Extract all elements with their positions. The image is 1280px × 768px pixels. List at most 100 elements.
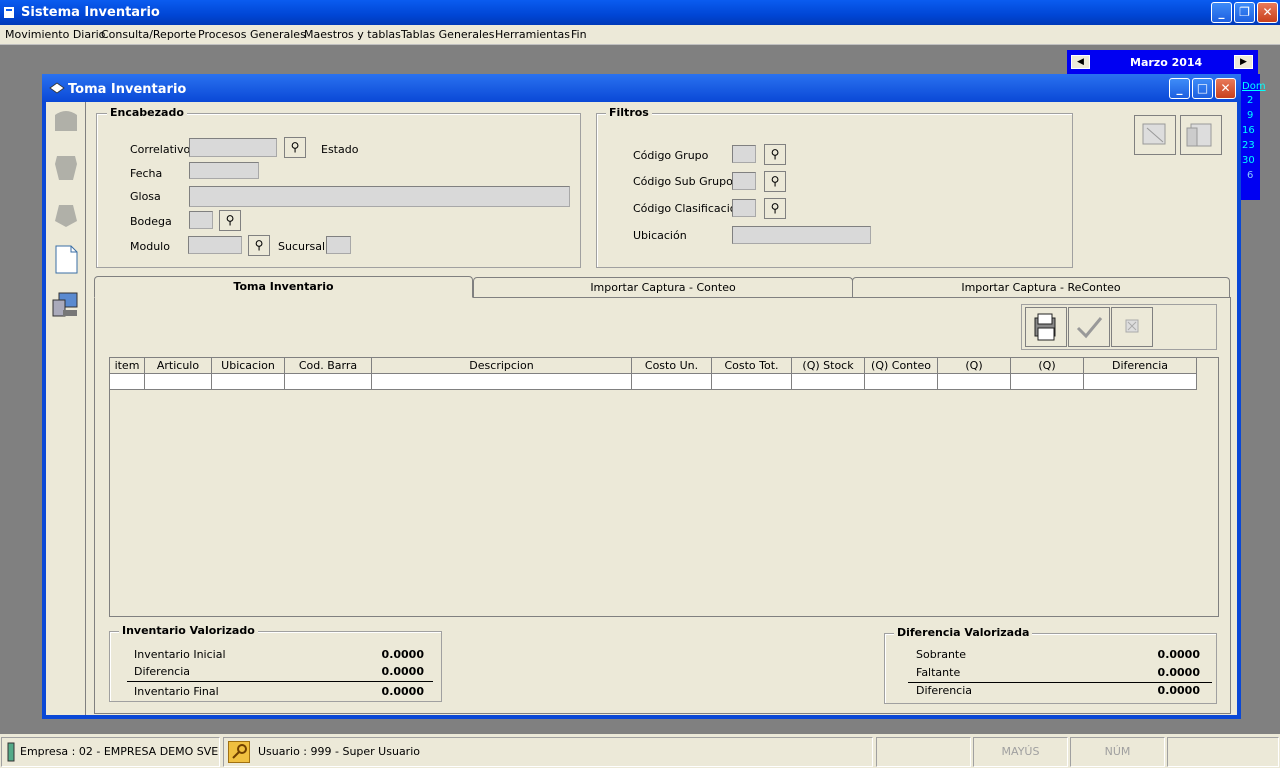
calendar-days-strip: Dom 2 9 16 23 30 6 [1241,74,1266,200]
ubicacion-input[interactable] [732,226,871,244]
grid-cell[interactable] [865,374,938,390]
close-button[interactable]: ✕ [1257,2,1278,23]
calendar-day[interactable]: 23 [1242,140,1255,151]
grid-cell[interactable] [212,374,285,390]
codigo-subgrupo-input[interactable] [732,172,756,190]
menu-consulta-reporte[interactable]: Consulta/Reporte [101,28,196,41]
window-minimize-button[interactable]: _ [1169,78,1190,99]
calendar-day-header: Dom [1242,81,1266,92]
document-icon[interactable] [51,244,81,274]
modulo-input[interactable] [188,236,242,254]
modulo-search-button[interactable]: ⚲ [248,235,270,256]
window-title: Toma Inventario [68,82,187,97]
divider [908,682,1212,683]
estado-label: Estado [321,143,359,156]
grid-cell[interactable] [938,374,1011,390]
window-maximize-button[interactable]: □ [1192,78,1213,99]
inventario-inicial-value: 0.0000 [381,648,424,661]
cancel-button[interactable] [1111,307,1153,347]
status-num: NÚM [1070,737,1165,767]
report-button[interactable] [1180,115,1222,155]
calendar-header: ◀ Marzo 2014 ▶ [1067,50,1258,74]
grid-cell[interactable] [792,374,865,390]
grid-cell[interactable] [712,374,792,390]
diferencia-valorizada-title: Diferencia Valorizada [894,626,1033,639]
grid-header-ubicacion[interactable]: Ubicacion [212,358,285,374]
menu-herramientas[interactable]: Herramientas [495,28,570,41]
grid-cell[interactable] [285,374,372,390]
calendar-next-button[interactable]: ▶ [1234,55,1253,69]
tab-importar-reconteo[interactable]: Importar Captura - ReConteo [852,277,1230,298]
grid-header-item[interactable]: item [110,358,145,374]
menu-movimiento-diario[interactable]: Movimiento Diario [5,28,105,41]
grid-header-stock[interactable]: (Q) Stock [792,358,865,374]
calendar-day[interactable]: 6 [1247,170,1253,181]
menu-tablas-generales[interactable]: Tablas Generales [401,28,495,41]
codigo-clasificacion-label: Código Clasificación [633,202,744,215]
codigo-clasificacion-input[interactable] [732,199,756,217]
new-icon[interactable] [51,107,81,137]
grid-cell[interactable] [145,374,212,390]
key-icon [228,741,250,763]
menu-procesos-generales[interactable]: Procesos Generales [198,28,306,41]
grid-header-diferencia[interactable]: (Q) Diferencia [1011,358,1084,387]
diferencia-value: 0.0000 [1157,684,1200,697]
inventario-diferencia-value: 0.0000 [381,665,424,678]
delete-icon[interactable] [51,199,81,229]
calendar-day[interactable]: 16 [1242,125,1255,136]
grid-header-costo-un[interactable]: Costo Un. [632,358,712,374]
status-empresa: Empresa : 02 - EMPRESA DEMO SVE 02 [20,745,219,758]
grid-cell[interactable] [1084,374,1197,390]
tab-toma-inventario[interactable]: Toma Inventario [94,276,473,298]
grid-header-reconteo[interactable]: (Q) Reconteo [938,358,1011,387]
grid-cell[interactable] [1011,374,1084,390]
codigo-grupo-search-button[interactable]: ⚲ [764,144,786,165]
bodega-search-button[interactable]: ⚲ [219,210,241,231]
toolbar-sidebar [46,102,86,715]
report-icon [1186,123,1212,147]
restore-button[interactable]: ❐ [1234,2,1255,23]
faltante-value: 0.0000 [1157,666,1200,679]
calendar-prev-button[interactable]: ◀ [1071,55,1090,69]
print-button[interactable] [1025,307,1067,347]
app-title-bar: Sistema Inventario _ ❐ ✕ [0,0,1280,25]
encabezado-group: Encabezado Correlativo ⚲ Estado Fecha Gl… [96,106,581,268]
inventario-valorizado-title: Inventario Valorizado [119,624,258,637]
grid-header-cod-barra[interactable]: Cod. Barra [285,358,372,374]
sobrante-value: 0.0000 [1157,648,1200,661]
grid-header-costo-tot[interactable]: Costo Tot. [712,358,792,374]
window-close-button[interactable]: ✕ [1215,78,1236,99]
bodega-input[interactable] [189,211,213,229]
inventario-final-label: Inventario Final [134,685,219,698]
correlativo-search-button[interactable]: ⚲ [284,137,306,158]
codigo-subgrupo-search-button[interactable]: ⚲ [764,171,786,192]
calendar-day[interactable]: 2 [1247,95,1253,106]
edit-icon[interactable] [51,152,81,182]
calendar-day[interactable]: 30 [1242,155,1255,166]
grid-cell[interactable] [372,374,632,390]
menu-fin[interactable]: Fin [571,28,587,41]
confirm-button[interactable] [1068,307,1110,347]
export-button[interactable] [1134,115,1176,155]
calendar-day[interactable]: 9 [1247,110,1253,121]
minimize-button[interactable]: _ [1211,2,1232,23]
fecha-label: Fecha [130,167,163,180]
status-usuario-panel: Usuario : 999 - Super Usuario [223,737,873,767]
tab-importar-conteo[interactable]: Importar Captura - Conteo [473,277,853,298]
codigo-clasificacion-search-button[interactable]: ⚲ [764,198,786,219]
codigo-grupo-input[interactable] [732,145,756,163]
grid-header-descripcion[interactable]: Descripcion [372,358,632,374]
menu-maestros-tablas[interactable]: Maestros y tablas [304,28,401,41]
faltante-label: Faltante [916,666,961,679]
sucursal-input[interactable] [326,236,351,254]
grid-header-articulo[interactable]: Articulo [145,358,212,374]
grid-cell[interactable] [110,374,145,390]
correlativo-input[interactable] [189,138,277,157]
grid-header-conteo[interactable]: (Q) Conteo [865,358,938,374]
grid-header-diferencia-valorizada[interactable]: Diferencia Valorizada [1084,358,1197,387]
inventario-final-value: 0.0000 [381,685,424,698]
computer-icon[interactable] [51,290,81,320]
fecha-input[interactable] [189,162,259,179]
grid-cell[interactable] [632,374,712,390]
glosa-input[interactable] [189,186,570,207]
